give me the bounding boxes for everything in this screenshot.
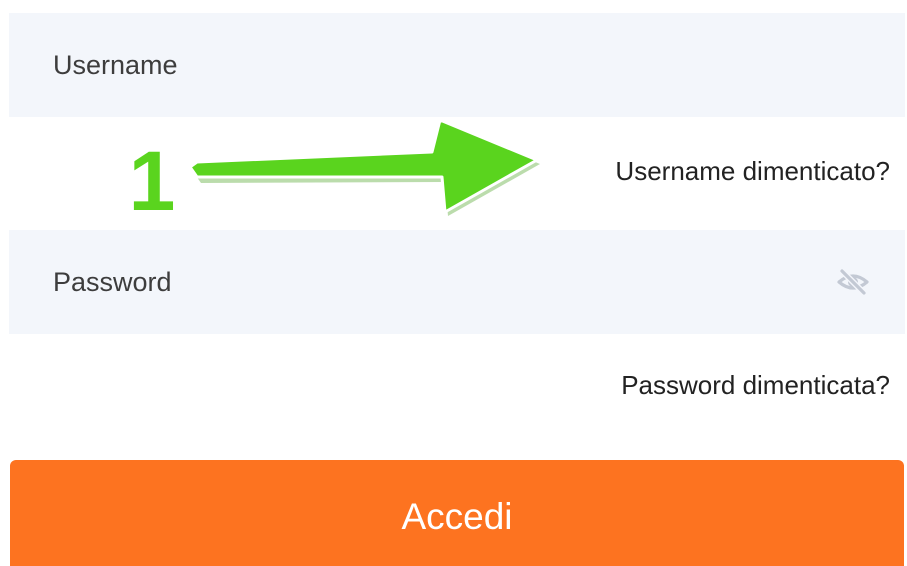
step-number-label: 1 xyxy=(129,134,176,228)
username-input[interactable] xyxy=(53,49,875,81)
green-arrow-icon xyxy=(188,118,540,216)
password-input[interactable] xyxy=(53,266,833,298)
login-button[interactable]: Accedi xyxy=(10,460,904,566)
password-field-container xyxy=(9,230,905,334)
login-form: Username dimenticato? Password dimentica… xyxy=(0,0,907,566)
eye-slash-icon[interactable] xyxy=(833,262,873,302)
username-field-container xyxy=(9,13,905,117)
forgot-password-link[interactable]: Password dimenticata? xyxy=(621,370,890,401)
forgot-username-link[interactable]: Username dimenticato? xyxy=(615,156,890,187)
